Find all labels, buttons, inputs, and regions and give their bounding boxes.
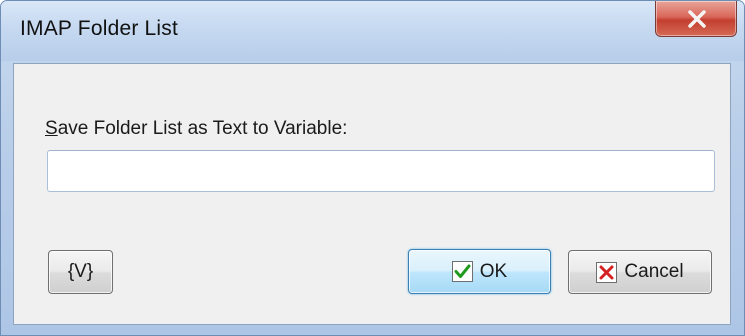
ok-label: OK [479, 260, 508, 282]
title-bar[interactable]: IMAP Folder List [1, 1, 744, 61]
label-mnemonic: S [45, 118, 58, 139]
close-button[interactable] [655, 1, 737, 37]
dialog-window: IMAP Folder List Save Folder List as Tex… [0, 0, 745, 336]
insert-variable-label: {V} [67, 261, 94, 282]
checkmark-icon [451, 261, 473, 282]
cancel-button[interactable]: Cancel [568, 250, 712, 294]
ok-button[interactable]: OK [408, 249, 551, 294]
variable-name-input[interactable] [47, 150, 715, 192]
dialog-client-area: Save Folder List as Text to Variable: {V… [13, 63, 731, 325]
window-title: IMAP Folder List [20, 17, 179, 40]
label-text: ave Folder List as Text to Variable: [57, 118, 348, 139]
red-x-icon [596, 261, 618, 283]
close-icon [688, 10, 706, 28]
cancel-label: Cancel [624, 261, 684, 282]
insert-variable-button[interactable]: {V} [48, 250, 113, 294]
save-folder-list-label: Save Folder List as Text to Variable: [45, 118, 347, 140]
